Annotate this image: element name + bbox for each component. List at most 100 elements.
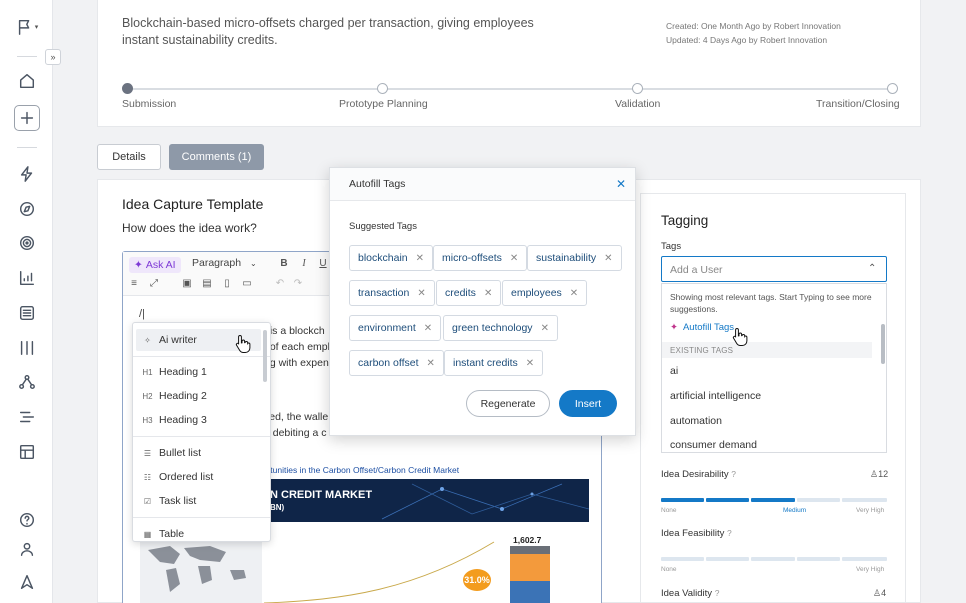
document-icon[interactable]: ▭ [240,278,254,289]
tag-chip[interactable]: instant credits ✕ [444,350,544,376]
italic-icon[interactable]: I [297,258,311,269]
sparkle-icon: ✦ [670,322,678,333]
menu-divider [133,356,270,357]
help-icon[interactable]: ? [727,528,732,538]
suggested-tags-label: Suggested Tags [349,221,417,232]
tags-select[interactable]: Add a User ⌃ [661,256,887,282]
layout-icon[interactable] [14,439,40,465]
help-icon[interactable]: ? [731,469,736,479]
tag-option[interactable]: automation [670,415,722,427]
remove-tag-icon[interactable]: ✕ [417,288,425,299]
expand-sidebar-button[interactable]: » [45,49,61,65]
tagging-panel: Tagging Tags Add a User ⌃ Showing most r… [640,193,906,603]
tag-chip[interactable]: blockchain ✕ [349,245,434,271]
remove-tag-icon[interactable]: ✕ [570,288,578,299]
user-icon[interactable] [14,536,40,562]
scale-low-label: None [661,566,677,573]
tag-chip[interactable]: credits ✕ [436,280,502,306]
underline-icon[interactable]: U [316,258,330,269]
paragraph-select[interactable]: Paragraph ⌄ [192,257,257,269]
target-icon[interactable] [14,230,40,256]
bar-segment-bottom [510,581,550,603]
tag-chip[interactable]: sustainability ✕ [527,245,622,271]
menu-item-label: Table [159,528,185,540]
remove-tag-icon[interactable]: ✕ [424,323,432,334]
tag-chip[interactable]: micro-offsets ✕ [433,245,528,271]
menu-item-label: Bullet list [159,447,202,459]
feasibility-bar[interactable] [661,557,887,561]
redo-icon[interactable]: ↷ [291,278,305,289]
kanban-icon[interactable] [14,335,40,361]
tag-chip[interactable]: employees ✕ [502,280,588,306]
stage-dot-transition[interactable] [887,83,898,94]
bar-segment[interactable] [842,557,887,561]
lightning-icon[interactable] [14,161,40,187]
tab-comments[interactable]: Comments (1) [169,144,264,170]
bar-segment[interactable] [706,498,749,502]
menu-item-ordered-list[interactable]: ☷ Ordered list [136,466,261,488]
insert-button[interactable]: Insert [559,390,617,417]
remove-tag-icon[interactable]: ✕ [510,253,518,264]
menu-item-heading-2[interactable]: H2 Heading 2 [136,385,261,407]
file-icon[interactable]: ▯ [220,278,234,289]
menu-item-task-list[interactable]: ☑ Task list [136,490,261,512]
stage-dot-submission[interactable] [122,83,133,94]
analytics-icon[interactable] [14,265,40,291]
stage-dot-validation[interactable] [632,83,643,94]
menu-item-heading-1[interactable]: H1 Heading 1 [136,361,261,383]
remove-tag-icon[interactable]: ✕ [484,288,492,299]
regenerate-button[interactable]: Regenerate [466,390,550,417]
menu-scrollbar[interactable] [263,330,267,382]
remove-tag-icon[interactable]: ✕ [427,358,435,369]
bar-segment[interactable] [842,498,887,502]
add-icon[interactable] [14,105,40,131]
bar-segment[interactable] [797,498,840,502]
navigation-arrow-icon[interactable] [14,569,40,595]
tag-chip[interactable]: environment ✕ [349,315,442,341]
validity-count: ♙4 [873,588,886,599]
bar-segment[interactable] [797,557,840,561]
compass-icon[interactable] [14,196,40,222]
video-icon[interactable]: ▤ [200,278,214,289]
editor-slash-input[interactable]: /| [139,308,145,320]
stage-label-prototype: Prototype Planning [339,98,428,110]
bar-segment[interactable] [751,557,795,561]
tag-option[interactable]: ai [670,365,678,377]
bold-icon[interactable]: B [277,258,291,269]
dropdown-scrollbar[interactable] [881,324,885,364]
help-icon[interactable]: ? [715,588,720,598]
close-icon[interactable]: ✕ [616,177,626,191]
undo-icon[interactable]: ↶ [273,278,287,289]
flag-icon[interactable]: ▾ [14,14,40,40]
list-icon[interactable] [14,300,40,326]
tag-chip[interactable]: transaction ✕ [349,280,435,306]
remove-tag-icon[interactable]: ✕ [526,358,534,369]
tag-chip[interactable]: green technology ✕ [443,315,558,341]
menu-item-table[interactable]: ▦ Table [136,523,261,541]
bar-segment[interactable] [751,498,795,502]
desirability-bar[interactable] [661,498,887,502]
stage-dot-prototype[interactable] [377,83,388,94]
network-icon[interactable] [14,369,40,395]
text-line: ng with expens [264,357,335,369]
tag-option[interactable]: consumer demand [670,439,757,451]
remove-tag-icon[interactable]: ✕ [416,253,424,264]
ask-ai-button[interactable]: ✦ Ask AI [129,257,181,273]
tag-chip[interactable]: carbon offset ✕ [349,350,444,376]
autofill-tags-link[interactable]: ✦ Autofill Tags [670,322,734,333]
align-icon[interactable]: ≡ [127,278,141,289]
tab-details[interactable]: Details [97,144,161,170]
bar-segment[interactable] [706,557,749,561]
remove-tag-icon[interactable]: ✕ [541,323,549,334]
help-icon[interactable] [14,507,40,533]
menu-item-heading-3[interactable]: H3 Heading 3 [136,409,261,431]
timeline-icon[interactable] [14,404,40,430]
remove-tag-icon[interactable]: ✕ [604,253,612,264]
home-icon[interactable] [14,68,40,94]
fullwidth-icon[interactable]: ⤢ [147,278,161,289]
bar-segment[interactable] [661,557,704,561]
menu-item-bullet-list[interactable]: ☰ Bullet list [136,442,261,464]
tag-option[interactable]: artificial intelligence [670,390,761,402]
bar-segment[interactable] [661,498,704,502]
image-icon[interactable]: ▣ [180,278,194,289]
